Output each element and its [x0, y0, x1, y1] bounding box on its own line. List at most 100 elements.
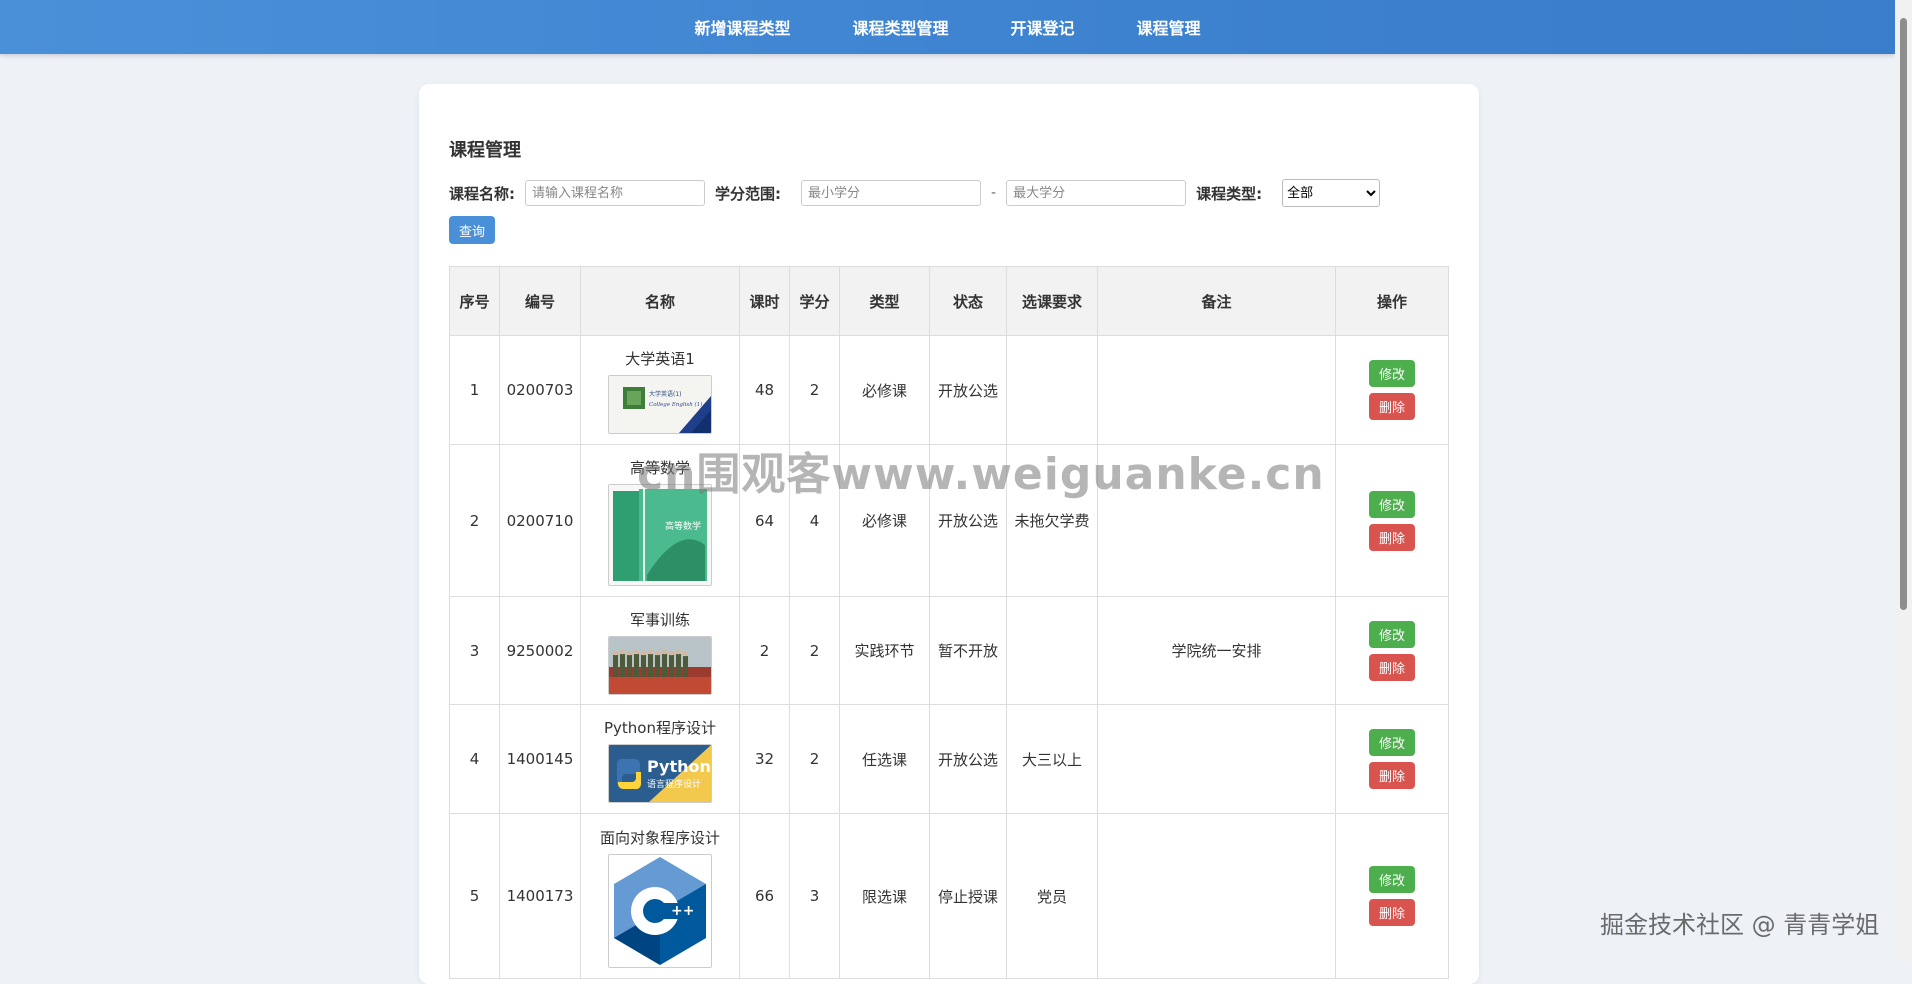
cell-hours: 32 [739, 704, 790, 814]
cell-name: 面向对象程序设计 ++ [580, 813, 740, 979]
cell-credit: 2 [789, 704, 840, 814]
header-status: 状态 [929, 266, 1007, 336]
min-credit-input[interactable] [801, 180, 981, 206]
delete-button[interactable]: 删除 [1369, 762, 1415, 789]
credit-range-separator: - [991, 185, 997, 201]
credit-range-label: 学分范围: [715, 184, 781, 203]
edit-button[interactable]: 修改 [1369, 490, 1415, 518]
site-watermark: cn围观客www.weiguanke.cn [637, 449, 1325, 500]
cell-remark: 学院统一安排 [1097, 596, 1336, 705]
table-row: 5 1400173 面向对象程序设计 ++ 66 3 限选课 停止授课 党员 修… [449, 813, 1449, 979]
edit-button[interactable]: 修改 [1369, 729, 1415, 756]
cell-code: 0200710 [499, 444, 581, 597]
header-type: 类型 [839, 266, 930, 336]
cell-type: 实践环节 [839, 596, 930, 705]
header-credit: 学分 [789, 266, 840, 336]
cell-type: 必修课 [839, 335, 930, 445]
table-row: 4 1400145 Python程序设计 Python 语言程序设计 32 2 … [449, 704, 1449, 814]
cell-name: 军事训练 [580, 596, 740, 705]
cell-hours: 2 [739, 596, 790, 705]
cell-credit: 2 [789, 335, 840, 445]
cell-remark [1097, 813, 1336, 979]
delete-button[interactable]: 删除 [1369, 393, 1415, 420]
edit-button[interactable]: 修改 [1369, 360, 1415, 387]
cell-credit: 3 [789, 813, 840, 979]
course-name-label: 课程名称: [449, 184, 515, 203]
cell-hours: 66 [739, 813, 790, 979]
cell-operations: 修改 删除 [1335, 704, 1449, 814]
table-row: 3 9250002 军事训练 2 2 实践环节 暂不开放 学院统一安排 修改 删… [449, 596, 1449, 705]
english-textbook-image: 大学英语(1) College English (1) [608, 375, 712, 434]
cell-operations: 修改 删除 [1335, 444, 1449, 597]
delete-button[interactable]: 删除 [1369, 899, 1415, 926]
course-table: 序号 编号 名称 课时 学分 类型 状态 选课要求 备注 操作 1 020070… [449, 266, 1449, 979]
cell-remark [1097, 704, 1336, 814]
nav-course-management[interactable]: 课程管理 [1137, 15, 1201, 39]
table-header-row: 序号 编号 名称 课时 学分 类型 状态 选课要求 备注 操作 [449, 266, 1449, 336]
top-navigation-bar: 新增课程类型 课程类型管理 开课登记 课程管理 [0, 0, 1895, 54]
cell-seq: 3 [449, 596, 500, 705]
cell-status: 开放公选 [929, 335, 1007, 445]
nav-add-course-type[interactable]: 新增课程类型 [694, 15, 790, 39]
python-logo-image: Python 语言程序设计 [608, 744, 712, 803]
cell-status: 停止授课 [929, 813, 1007, 979]
cell-name: Python程序设计 Python 语言程序设计 [580, 704, 740, 814]
cell-credit: 2 [789, 596, 840, 705]
delete-button[interactable]: 删除 [1369, 523, 1415, 551]
cell-operations: 修改 删除 [1335, 596, 1449, 705]
table-row: 1 0200703 大学英语1 大学英语(1) College English … [449, 335, 1449, 445]
delete-button[interactable]: 删除 [1369, 653, 1415, 681]
cell-operations: 修改 删除 [1335, 335, 1449, 445]
header-seq: 序号 [449, 266, 500, 336]
english-cover-subtitle: College English (1) [649, 401, 702, 408]
header-code: 编号 [499, 266, 581, 336]
header-remark: 备注 [1097, 266, 1336, 336]
course-name: 军事训练 [629, 610, 690, 629]
vertical-scrollbar[interactable] [1895, 0, 1912, 962]
header-hours: 课时 [739, 266, 790, 336]
course-type-label: 课程类型: [1196, 184, 1263, 203]
header-operations: 操作 [1335, 266, 1449, 336]
cell-type: 任选课 [839, 704, 930, 814]
max-credit-input[interactable] [1006, 180, 1187, 206]
cell-seq: 1 [449, 335, 500, 445]
nav-course-type-management[interactable]: 课程类型管理 [852, 15, 948, 39]
english-cover-title: 大学英语(1) [649, 390, 682, 398]
python-logo-text: Python [647, 757, 711, 776]
military-training-image [608, 635, 712, 695]
cell-requirement [1006, 335, 1098, 445]
cell-type: 限选课 [839, 813, 930, 979]
cell-requirement: 大三以上 [1006, 704, 1098, 814]
nav-course-registration[interactable]: 开课登记 [1011, 15, 1075, 39]
cell-hours: 48 [739, 335, 790, 445]
cpp-logo-text: ++ [671, 903, 694, 919]
python-logo-subtext: 语言程序设计 [647, 778, 701, 790]
course-type-select[interactable]: 全部 [1282, 179, 1381, 207]
cell-code: 1400173 [499, 813, 581, 979]
header-requirement: 选课要求 [1006, 266, 1098, 336]
community-watermark: 掘金技术社区 @ 青青学姐 [1600, 911, 1880, 939]
cell-status: 开放公选 [929, 704, 1007, 814]
edit-button[interactable]: 修改 [1369, 620, 1415, 648]
cell-code: 1400145 [499, 704, 581, 814]
cell-code: 9250002 [499, 596, 581, 705]
query-button[interactable]: 查询 [449, 216, 495, 244]
math-cover-title: 高等数学 [665, 520, 701, 532]
cell-remark [1097, 335, 1336, 445]
main-content-card: 课程管理 课程名称: 学分范围: - 课程类型: 全部 查询 序号 编号 名称 … [419, 84, 1479, 984]
course-name-input[interactable] [525, 180, 705, 206]
course-name: Python程序设计 [604, 719, 716, 737]
header-name: 名称 [580, 266, 740, 336]
page-title: 课程管理 [449, 140, 521, 161]
scrollbar-thumb[interactable] [1900, 18, 1907, 610]
cell-name: 大学英语1 大学英语(1) College English (1) [580, 335, 740, 445]
cell-status: 暂不开放 [929, 596, 1007, 705]
cell-operations: 修改 删除 [1335, 813, 1449, 979]
edit-button[interactable]: 修改 [1369, 866, 1415, 893]
cpp-logo-image: ++ [608, 853, 712, 968]
cell-requirement: 党员 [1006, 813, 1098, 979]
cell-seq: 2 [449, 444, 500, 597]
cell-seq: 4 [449, 704, 500, 814]
cell-requirement [1006, 596, 1098, 705]
cell-seq: 5 [449, 813, 500, 979]
